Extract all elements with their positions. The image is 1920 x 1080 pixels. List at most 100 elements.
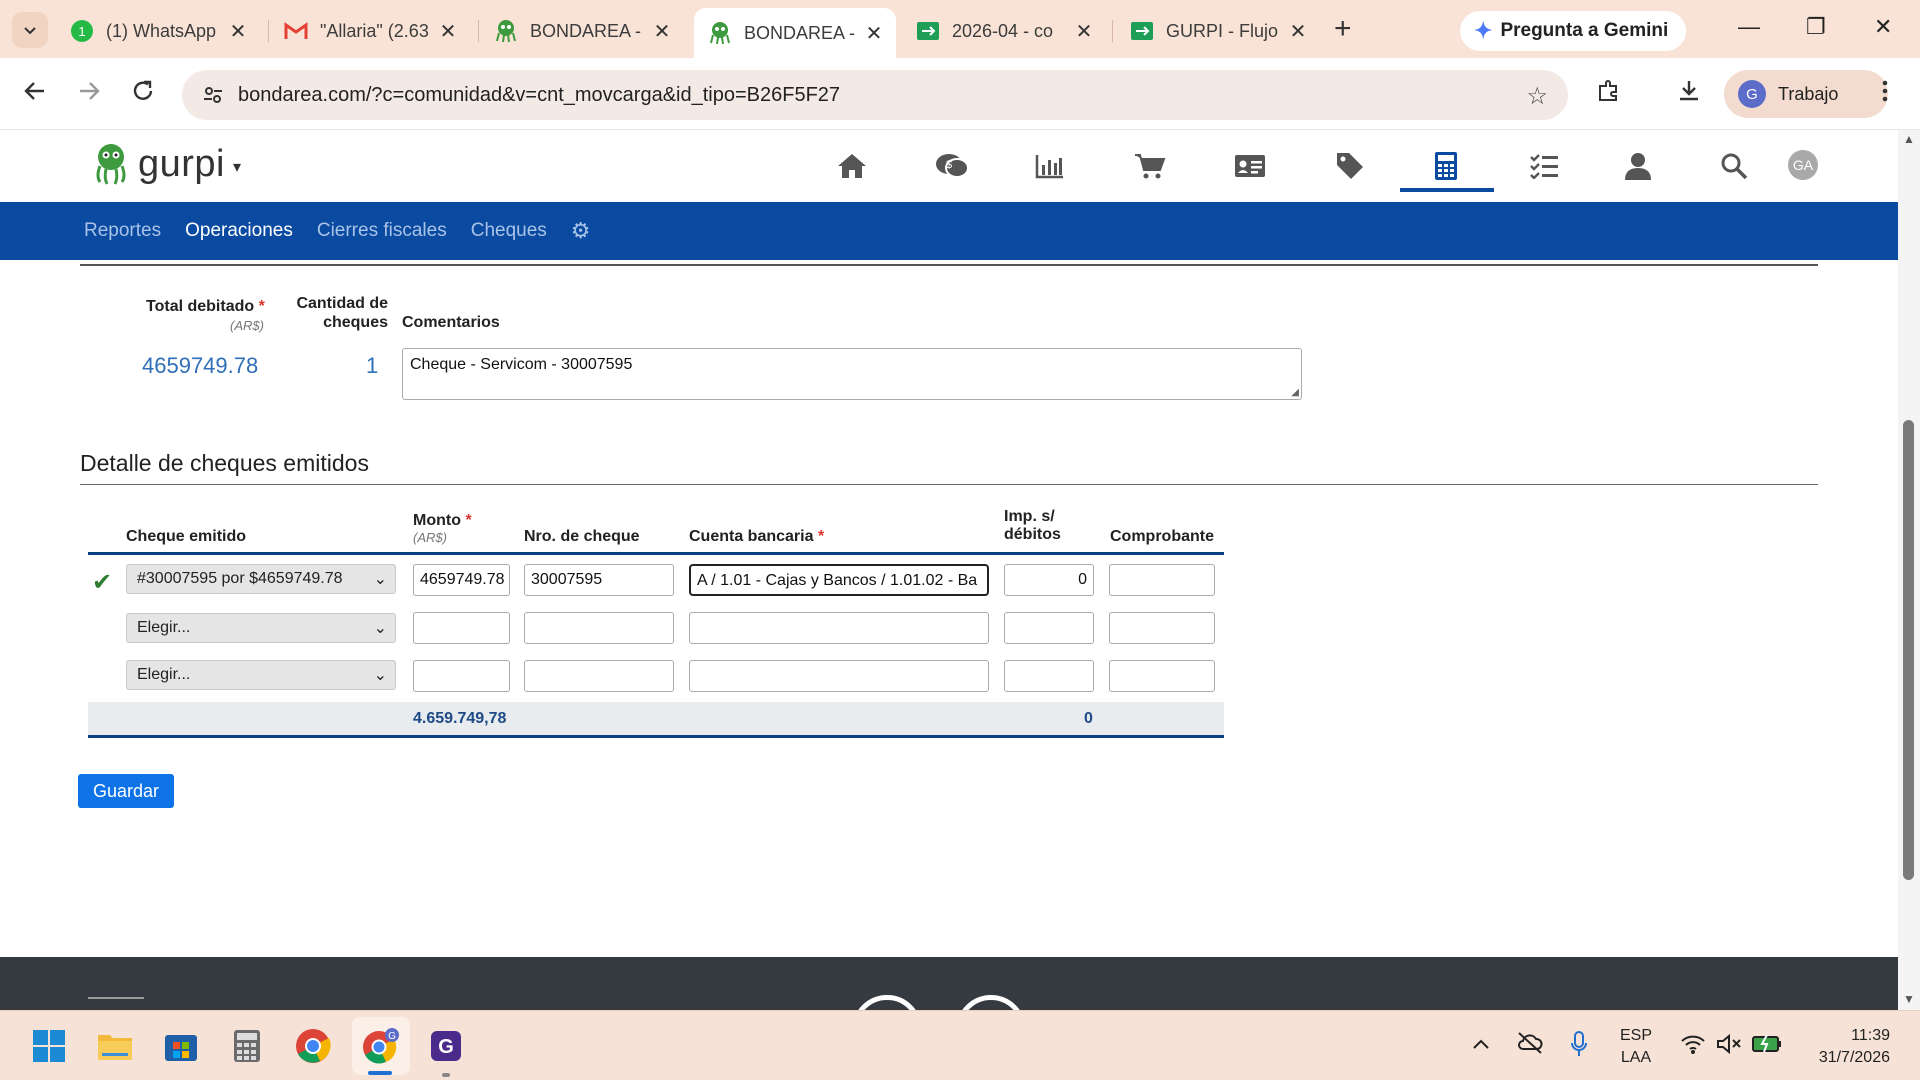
tab-list-button[interactable] xyxy=(12,12,48,48)
new-tab-button[interactable]: + xyxy=(1334,14,1352,44)
volume-muted-icon[interactable] xyxy=(1716,1033,1742,1060)
taskbar-app-g[interactable]: G xyxy=(427,1027,465,1065)
nav-reports[interactable] xyxy=(1030,148,1070,184)
tab-gmail[interactable]: "Allaria" (2.63 ✕ xyxy=(284,10,460,52)
gear-icon[interactable]: ⚙ xyxy=(571,218,591,244)
monto-input[interactable] xyxy=(413,612,510,644)
restore-button[interactable]: ❐ xyxy=(1806,14,1826,40)
arrow-left-icon xyxy=(24,82,44,100)
close-tab-icon[interactable]: ✕ xyxy=(436,19,460,44)
page-scrollbar[interactable]: ▲ ▼ xyxy=(1898,130,1920,1010)
footer-logo-fragment xyxy=(88,997,144,1010)
whatsapp-icon: 1 xyxy=(70,19,94,43)
extensions-button[interactable] xyxy=(1596,78,1622,110)
tab-bondarea-1[interactable]: BONDAREA - ✕ xyxy=(494,10,674,52)
site-settings-icon[interactable] xyxy=(196,78,230,112)
cloud-offline-icon[interactable] xyxy=(1516,1031,1544,1060)
taskbar-store[interactable] xyxy=(162,1027,200,1065)
comprobante-input[interactable] xyxy=(1109,660,1215,692)
nav-tasks[interactable] xyxy=(1524,148,1564,184)
comprobante-input[interactable] xyxy=(1109,564,1215,596)
close-window-button[interactable]: ✕ xyxy=(1874,14,1892,40)
windows-logo-icon xyxy=(33,1030,65,1062)
cheque-select[interactable]: Elegir... ⌄ xyxy=(126,660,396,690)
tab-sheet-1[interactable]: 2026-04 - co ✕ xyxy=(916,10,1096,52)
nav-search[interactable] xyxy=(1714,148,1754,184)
cheque-select[interactable]: Elegir... ⌄ xyxy=(126,613,396,643)
forward-button[interactable] xyxy=(76,78,102,110)
subnav-cheques[interactable]: Cheques xyxy=(471,220,547,242)
nav-tags[interactable] xyxy=(1330,148,1370,184)
tray-overflow-icon[interactable] xyxy=(1472,1035,1490,1056)
subnav-operaciones[interactable]: Operaciones xyxy=(185,220,293,242)
page-content: gurpi ▾ $ GA Reportes Operaciones Cierre… xyxy=(0,130,1898,1010)
cantidad-cheques-label: Cantidad de cheques xyxy=(296,295,388,331)
battery-charging-icon[interactable] xyxy=(1752,1033,1782,1058)
taskbar-calculator[interactable] xyxy=(228,1027,266,1065)
nro-cheque-input[interactable] xyxy=(524,612,674,644)
subnav-reportes[interactable]: Reportes xyxy=(84,220,161,242)
close-tab-icon[interactable]: ✕ xyxy=(1072,19,1096,44)
tab-bondarea-active[interactable]: BONDAREA - ✕ xyxy=(694,8,896,58)
app-header: gurpi ▾ $ GA xyxy=(0,130,1898,202)
scroll-down-icon[interactable]: ▼ xyxy=(1903,992,1915,1006)
monto-input[interactable] xyxy=(413,660,510,692)
windows-taskbar: G G ESP LAA 11:39 31/7/2026 xyxy=(0,1010,1920,1080)
nav-home[interactable] xyxy=(832,148,872,184)
footer-social-icon[interactable] xyxy=(852,995,922,1010)
monto-input[interactable]: 4659749.78 xyxy=(413,564,510,596)
nav-chat[interactable]: $ xyxy=(932,148,972,184)
wifi-icon[interactable] xyxy=(1680,1033,1706,1060)
close-tab-icon[interactable]: ✕ xyxy=(226,19,250,44)
nav-contacts[interactable] xyxy=(1230,148,1270,184)
comprobante-input[interactable] xyxy=(1109,612,1215,644)
bookmark-star-icon[interactable]: ☆ xyxy=(1526,82,1548,111)
gemini-button[interactable]: ✦ Pregunta a Gemini xyxy=(1460,11,1686,51)
cuenta-bancaria-input[interactable] xyxy=(689,612,989,644)
col-header-monto: Monto * xyxy=(413,512,472,529)
reload-button[interactable] xyxy=(130,78,156,110)
minimize-button[interactable]: — xyxy=(1738,14,1760,40)
comentarios-textarea[interactable]: Cheque - Servicom - 30007595 ◢ xyxy=(402,348,1302,400)
imp-debitos-input[interactable] xyxy=(1004,612,1094,644)
system-clock[interactable]: 11:39 31/7/2026 xyxy=(1806,1025,1890,1069)
microphone-icon[interactable] xyxy=(1570,1031,1588,1062)
back-button[interactable] xyxy=(22,78,48,110)
taskbar-chrome[interactable] xyxy=(294,1027,332,1065)
language-indicator[interactable]: ESP LAA xyxy=(1620,1025,1652,1069)
guardar-button[interactable]: Guardar xyxy=(78,774,174,808)
col-header-nro: Nro. de cheque xyxy=(524,528,640,545)
nav-user[interactable] xyxy=(1618,148,1658,184)
resize-grip-icon[interactable]: ◢ xyxy=(1291,387,1299,398)
close-tab-icon[interactable]: ✕ xyxy=(650,19,674,44)
subnav-cierres-fiscales[interactable]: Cierres fiscales xyxy=(317,220,447,242)
taskbar-chrome-profile[interactable]: G xyxy=(362,1027,400,1065)
profile-button[interactable]: G Trabajo xyxy=(1724,70,1888,118)
downloads-button[interactable] xyxy=(1676,78,1702,110)
nav-cart[interactable] xyxy=(1130,148,1170,184)
tab-whatsapp[interactable]: 1 (1) WhatsApp ✕ xyxy=(70,10,250,52)
tab-sheet-2[interactable]: GURPI - Flujo ✕ xyxy=(1130,10,1310,52)
gemini-sparkle-icon: ✦ xyxy=(1474,18,1493,43)
imp-debitos-input[interactable]: 0 xyxy=(1004,564,1094,596)
chevron-down-icon: ⌄ xyxy=(373,571,387,588)
nav-accounting[interactable] xyxy=(1426,148,1466,184)
total-imp: 0 xyxy=(1084,710,1093,727)
nro-cheque-input[interactable] xyxy=(524,660,674,692)
cuenta-bancaria-input[interactable]: A / 1.01 - Cajas y Bancos / 1.01.02 - Ba xyxy=(689,564,989,596)
footer-social-icon[interactable] xyxy=(956,995,1026,1010)
brand-menu[interactable]: gurpi ▾ xyxy=(92,142,241,186)
scrollbar-thumb[interactable] xyxy=(1903,420,1914,880)
cheque-select[interactable]: #30007595 por $4659749.78 ⌄ xyxy=(126,564,396,594)
close-tab-icon[interactable]: ✕ xyxy=(862,21,886,46)
cuenta-bancaria-input[interactable] xyxy=(689,660,989,692)
nro-cheque-input[interactable]: 30007595 xyxy=(524,564,674,596)
address-bar[interactable]: bondarea.com/?c=comunidad&v=cnt_movcarga… xyxy=(182,70,1568,120)
imp-debitos-input[interactable] xyxy=(1004,660,1094,692)
close-tab-icon[interactable]: ✕ xyxy=(1286,19,1310,44)
menu-button[interactable] xyxy=(1880,78,1890,110)
start-button[interactable] xyxy=(30,1027,68,1065)
scroll-up-icon[interactable]: ▲ xyxy=(1903,132,1915,146)
user-avatar[interactable]: GA xyxy=(1788,150,1818,180)
taskbar-file-explorer[interactable] xyxy=(96,1027,134,1065)
